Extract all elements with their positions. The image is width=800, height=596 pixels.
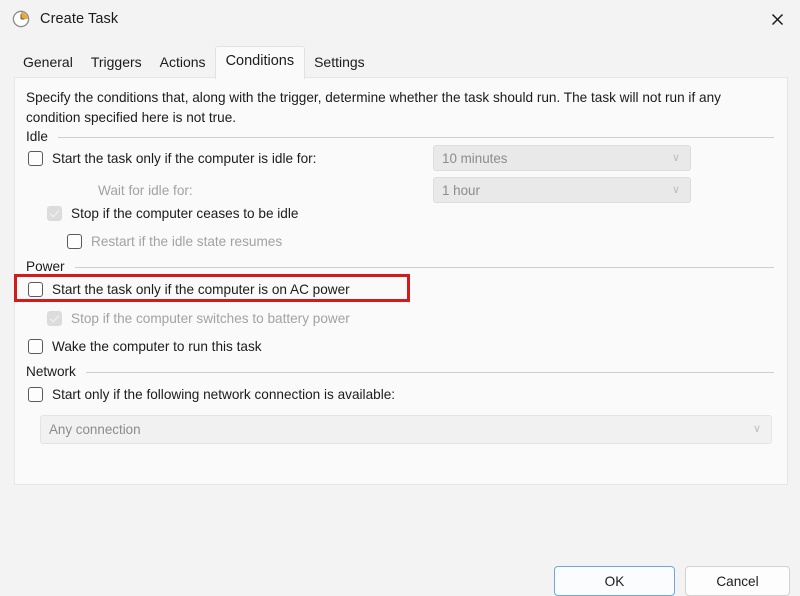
tab-settings[interactable]: Settings: [305, 49, 374, 78]
label-start-if-ac-power: Start the task only if the computer is o…: [52, 281, 350, 297]
chevron-down-icon: ∨: [752, 423, 761, 435]
conditions-panel: Specify the conditions that, along with …: [14, 77, 788, 485]
tab-conditions[interactable]: Conditions: [214, 46, 306, 79]
group-network-label: Network: [26, 363, 76, 379]
label-start-if-idle: Start the task only if the computer is i…: [52, 150, 317, 166]
combo-idle-duration-value: 10 minutes: [442, 150, 508, 166]
checkbox-row-wake-computer[interactable]: Wake the computer to run this task: [28, 335, 262, 357]
title-bar: Create Task: [0, 0, 800, 38]
checkbox-row-start-if-idle[interactable]: Start the task only if the computer is i…: [28, 147, 316, 169]
label-wake-computer: Wake the computer to run this task: [52, 338, 262, 354]
window-title: Create Task: [40, 11, 119, 27]
combo-network-connection-value: Any connection: [49, 422, 141, 437]
checkbox-row-start-if-network[interactable]: Start only if the following network conn…: [28, 383, 395, 405]
group-idle-rule: [57, 136, 774, 138]
combo-wait-duration-value: 1 hour: [442, 182, 480, 198]
panel-description: Specify the conditions that, along with …: [26, 90, 721, 125]
ok-button[interactable]: OK: [554, 566, 675, 596]
label-stop-if-battery: Stop if the computer switches to battery…: [71, 310, 350, 326]
tab-triggers[interactable]: Triggers: [82, 49, 151, 78]
label-wait-for-idle: Wait for idle for:: [98, 182, 193, 198]
close-icon[interactable]: [754, 0, 800, 38]
tab-general[interactable]: General: [14, 49, 82, 78]
checkbox-row-stop-if-battery: Stop if the computer switches to battery…: [47, 307, 350, 329]
checkbox-wake-computer[interactable]: [28, 338, 43, 354]
group-idle: Idle: [26, 128, 774, 144]
checkbox-restart-if-idle-resumes[interactable]: [67, 233, 82, 249]
checkbox-row-stop-if-ceases-idle: Stop if the computer ceases to be idle: [47, 202, 298, 224]
checkbox-start-if-ac-power[interactable]: [28, 281, 43, 297]
label-restart-if-idle-resumes: Restart if the idle state resumes: [91, 233, 283, 249]
group-network-rule: [85, 371, 774, 373]
group-power: Power: [26, 258, 774, 274]
group-network: Network: [26, 363, 774, 379]
checkbox-start-if-network[interactable]: [28, 386, 43, 402]
group-power-rule: [74, 266, 774, 268]
checkbox-stop-if-battery: [47, 310, 62, 326]
combo-idle-duration[interactable]: 10 minutes ∨: [433, 145, 691, 171]
combo-network-connection[interactable]: Any connection ∨: [40, 415, 772, 444]
chevron-down-icon: ∨: [671, 151, 680, 164]
combo-wait-duration[interactable]: 1 hour ∨: [433, 177, 691, 203]
tab-actions[interactable]: Actions: [151, 49, 215, 78]
checkbox-start-if-idle[interactable]: [28, 150, 43, 166]
label-row-wait-for-idle: Wait for idle for:: [98, 179, 193, 201]
tab-bar: General Triggers Actions Conditions Sett…: [0, 38, 800, 79]
checkbox-stop-if-ceases-idle: [47, 205, 62, 221]
clock-icon: [12, 10, 30, 28]
cancel-button[interactable]: Cancel: [685, 566, 790, 596]
label-start-if-network: Start only if the following network conn…: [52, 386, 396, 402]
group-power-label: Power: [26, 258, 65, 274]
checkbox-row-restart-if-idle-resumes[interactable]: Restart if the idle state resumes: [67, 230, 282, 252]
label-stop-if-ceases-idle: Stop if the computer ceases to be idle: [71, 205, 299, 221]
group-idle-label: Idle: [26, 128, 48, 144]
chevron-down-icon: ∨: [671, 183, 680, 196]
checkbox-row-start-if-ac-power[interactable]: Start the task only if the computer is o…: [28, 278, 350, 300]
